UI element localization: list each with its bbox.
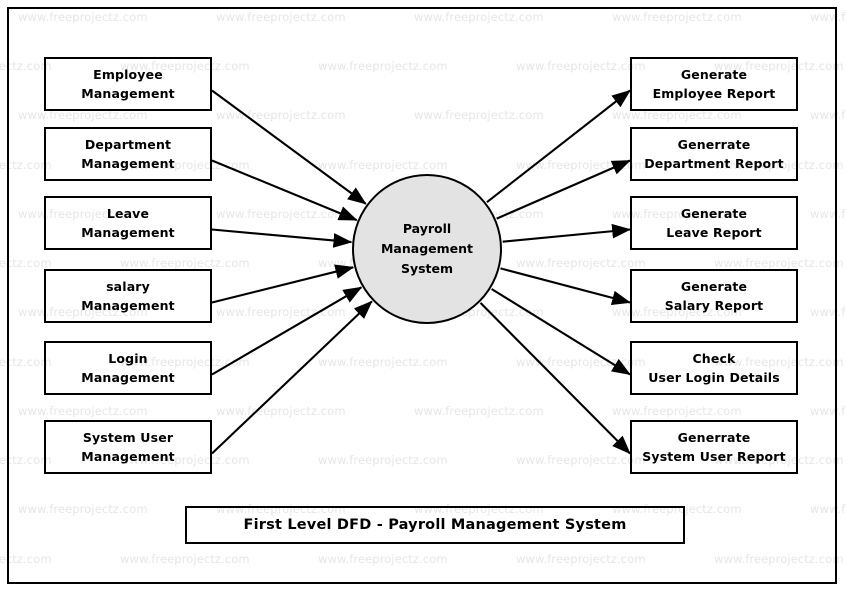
entity-label: salary Management (81, 278, 175, 313)
entity-label: Generate Leave Report (666, 205, 762, 240)
entity-label: Generate Employee Report (652, 66, 776, 101)
process-label: Payroll Management System (380, 221, 473, 276)
process-payroll-management-system[interactable]: Payroll Management System (352, 174, 502, 324)
entity-label: System User Management (81, 429, 175, 464)
entity-label: Generrate Department Report (644, 136, 784, 171)
entity-check-user-login-details[interactable]: Check User Login Details (630, 341, 798, 395)
entity-salary-management[interactable]: salary Management (44, 269, 212, 323)
entity-system-user-management[interactable]: System User Management (44, 420, 212, 474)
entity-generate-salary-report[interactable]: Generate Salary Report (630, 269, 798, 323)
entity-leave-management[interactable]: Leave Management (44, 196, 212, 250)
boxes-layer: Employee Management Department Managemen… (0, 0, 846, 593)
entity-generate-employee-report[interactable]: Generate Employee Report (630, 57, 798, 111)
entity-label: Check User Login Details (648, 350, 780, 385)
entity-department-management[interactable]: Department Management (44, 127, 212, 181)
diagram-title: First Level DFD - Payroll Management Sys… (243, 517, 627, 533)
entity-employee-management[interactable]: Employee Management (44, 57, 212, 111)
entity-login-management[interactable]: Login Management (44, 341, 212, 395)
entity-generate-leave-report[interactable]: Generate Leave Report (630, 196, 798, 250)
entity-label: Leave Management (81, 205, 175, 240)
diagram-canvas: www.freeprojectz.com www.freeprojectz.com… (0, 0, 846, 593)
diagram-title-box: First Level DFD - Payroll Management Sys… (185, 506, 685, 544)
entity-label: Department Management (81, 136, 175, 171)
entity-label: Employee Management (81, 66, 175, 101)
entity-label: Generate Salary Report (664, 278, 764, 313)
entity-label: Login Management (81, 350, 175, 385)
entity-label: Generrate System User Report (642, 429, 786, 464)
entity-generate-system-user-report[interactable]: Generrate System User Report (630, 420, 798, 474)
entity-generate-department-report[interactable]: Generrate Department Report (630, 127, 798, 181)
